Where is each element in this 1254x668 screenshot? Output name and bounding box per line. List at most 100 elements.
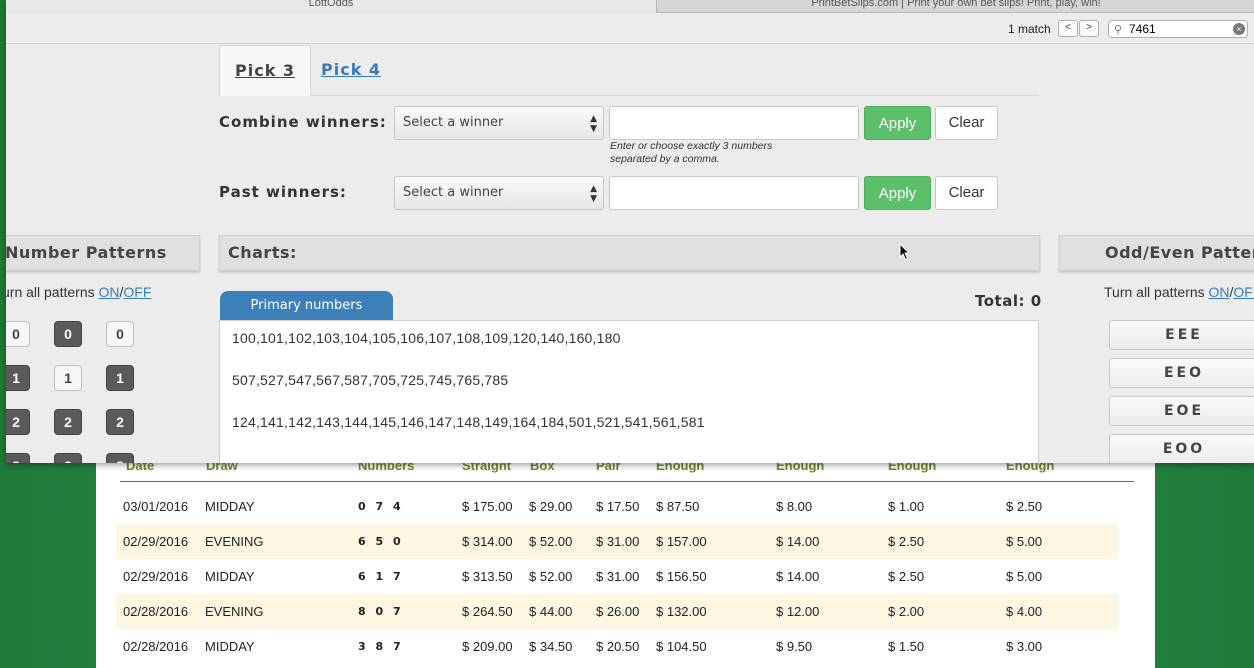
odd-even-button-eoo[interactable]: EOO xyxy=(1109,434,1254,463)
cell-enough-4: $ 2.50 xyxy=(1006,499,1043,514)
find-input[interactable] xyxy=(1129,22,1224,36)
combine-numbers-input[interactable] xyxy=(609,106,859,140)
pattern-digit-button[interactable]: 1 xyxy=(54,365,82,391)
combine-winner-select[interactable]: Select a winner ▲ ▼ xyxy=(394,106,604,140)
pattern-digit-button[interactable]: 0 xyxy=(6,321,30,347)
numbers-line: 507,527,547,567,587,705,725,745,765,785 xyxy=(232,372,509,388)
cell-numbers: 8 0 7 xyxy=(358,605,404,618)
find-match-count: 1 match xyxy=(1008,22,1051,36)
page-content: Pick 3 Pick 4 Combine winners: Select a … xyxy=(6,45,1254,463)
cell-date: 02/28/2016 xyxy=(123,604,189,619)
cell-draw: MIDDAY xyxy=(205,639,255,654)
combine-help-text: Enter or choose exactly 3 numbers separa… xyxy=(610,140,773,165)
table-row: 02/29/2016 EVENING 6 5 0 $ 314.00 $ 52.0… xyxy=(116,524,1118,559)
odd-even-off-link[interactable]: OFF xyxy=(1233,284,1254,300)
combine-select-value: Select a winner xyxy=(403,115,504,130)
cell-date: 03/01/2016 xyxy=(123,499,189,514)
table-row: 02/29/2016 MIDDAY 6 1 7 $ 313.50 $ 52.00… xyxy=(116,559,1118,594)
odd-even-on-link[interactable]: ON xyxy=(1209,284,1230,300)
cell-enough-4: $ 3.00 xyxy=(1006,639,1043,654)
search-icon: ⚲ xyxy=(1114,24,1123,36)
cell-box: $ 52.00 xyxy=(529,534,573,549)
pattern-digit-button[interactable]: 3 xyxy=(54,453,82,463)
mouse-cursor-icon xyxy=(899,243,911,261)
cell-enough-1: $ 132.00 xyxy=(656,604,707,619)
table-row: 02/28/2016 MIDDAY 3 8 7 $ 209.00 $ 34.50… xyxy=(116,629,1118,664)
past-select-value: Select a winner xyxy=(403,185,504,200)
pattern-digit-button[interactable]: 0 xyxy=(54,321,82,347)
combine-winners-label: Combine winners: xyxy=(219,113,387,131)
cell-enough-2: $ 14.00 xyxy=(776,569,820,584)
cell-draw: EVENING xyxy=(205,534,264,549)
pattern-digit-button[interactable]: 2 xyxy=(54,409,82,435)
find-previous-button[interactable]: < xyxy=(1058,20,1078,37)
pattern-digit-button[interactable]: 1 xyxy=(6,365,30,391)
odd-even-button-eoe[interactable]: EOE xyxy=(1109,396,1254,426)
cell-date: 02/29/2016 xyxy=(123,569,189,584)
toggle-label: urn all patterns xyxy=(6,284,99,300)
cell-enough-4: $ 4.00 xyxy=(1006,604,1043,619)
number-patterns-toggle-line: urn all patterns ON/OFF xyxy=(6,284,151,300)
find-field[interactable]: ⚲ × xyxy=(1108,20,1248,38)
number-patterns-on-link[interactable]: ON xyxy=(99,284,120,300)
number-patterns-header: Number Patterns xyxy=(6,235,200,271)
past-clear-button[interactable]: Clear xyxy=(935,176,998,210)
cell-enough-2: $ 8.00 xyxy=(776,499,813,514)
cell-numbers: 0 7 4 xyxy=(358,500,404,513)
cell-straight: $ 175.00 xyxy=(462,499,513,514)
cell-pair: $ 17.50 xyxy=(596,499,640,514)
cell-enough-1: $ 157.00 xyxy=(656,534,707,549)
tab-pick-4[interactable]: Pick 4 xyxy=(306,45,396,96)
cell-enough-3: $ 2.00 xyxy=(888,604,925,619)
cell-straight: $ 209.00 xyxy=(462,639,513,654)
cell-pair: $ 31.00 xyxy=(596,569,640,584)
cell-numbers: 6 5 0 xyxy=(358,535,404,548)
clear-search-icon[interactable]: × xyxy=(1233,23,1245,35)
cell-draw: MIDDAY xyxy=(205,569,255,584)
cell-enough-3: $ 1.00 xyxy=(888,499,925,514)
odd-even-patterns-header: Odd/Even Patterns xyxy=(1059,235,1254,271)
browser-tab-bar: LottOdds PrintBetSlips.com | Print your … xyxy=(6,0,1254,13)
cell-pair: $ 26.00 xyxy=(596,604,640,619)
past-apply-button[interactable]: Apply xyxy=(864,176,931,210)
browser-tab-printbetslips[interactable]: PrintBetSlips.com | Print your own bet s… xyxy=(658,0,1254,13)
past-numbers-input[interactable] xyxy=(609,176,859,210)
charts-total: Total: 0 xyxy=(975,292,1042,310)
cell-enough-4: $ 5.00 xyxy=(1006,534,1043,549)
odd-even-button-eee[interactable]: EEE xyxy=(1109,320,1254,350)
pattern-digit-button[interactable]: 2 xyxy=(6,409,30,435)
cell-straight: $ 264.50 xyxy=(462,604,513,619)
toggle-label: Turn all patterns xyxy=(1104,284,1209,300)
cell-box: $ 29.00 xyxy=(529,499,573,514)
cell-enough-2: $ 14.00 xyxy=(776,534,820,549)
cell-straight: $ 314.00 xyxy=(462,534,513,549)
numbers-line: 124,141,142,143,144,145,146,147,148,149,… xyxy=(232,414,705,430)
pattern-digit-button[interactable]: 3 xyxy=(6,453,30,463)
cell-enough-2: $ 9.50 xyxy=(776,639,813,654)
pattern-digit-button[interactable]: 2 xyxy=(106,409,134,435)
cell-enough-1: $ 156.50 xyxy=(656,569,707,584)
combine-apply-button[interactable]: Apply xyxy=(864,106,931,140)
pattern-digit-button[interactable]: 3 xyxy=(106,453,134,463)
cell-box: $ 52.00 xyxy=(529,569,573,584)
find-next-button[interactable]: > xyxy=(1079,20,1099,37)
cell-date: 02/29/2016 xyxy=(123,534,189,549)
cell-numbers: 3 8 7 xyxy=(358,640,404,653)
cell-pair: $ 20.50 xyxy=(596,639,640,654)
combine-clear-button[interactable]: Clear xyxy=(935,106,998,140)
pattern-digit-button[interactable]: 1 xyxy=(106,365,134,391)
cell-straight: $ 313.50 xyxy=(462,569,513,584)
cell-box: $ 34.50 xyxy=(529,639,573,654)
tab-primary-numbers[interactable]: Primary numbers xyxy=(220,291,393,321)
odd-even-button-eeo[interactable]: EEO xyxy=(1109,358,1254,388)
find-bar: 1 match < > ⚲ × xyxy=(6,14,1254,44)
browser-tab-lottodds[interactable]: LottOdds xyxy=(6,0,657,13)
game-tabs: Pick 3 Pick 4 xyxy=(219,45,1039,96)
number-patterns-off-link[interactable]: OFF xyxy=(123,284,151,300)
tab-pick-3[interactable]: Pick 3 xyxy=(219,45,312,96)
odd-even-toggle-line: Turn all patterns ON/OFF xyxy=(1104,284,1254,300)
table-row: 03/01/2016 MIDDAY 0 7 4 $ 175.00 $ 29.00… xyxy=(116,489,1118,524)
past-winner-select[interactable]: Select a winner ▲ ▼ xyxy=(394,176,604,210)
pattern-digit-button[interactable]: 0 xyxy=(106,321,134,347)
cell-enough-1: $ 87.50 xyxy=(656,499,700,514)
